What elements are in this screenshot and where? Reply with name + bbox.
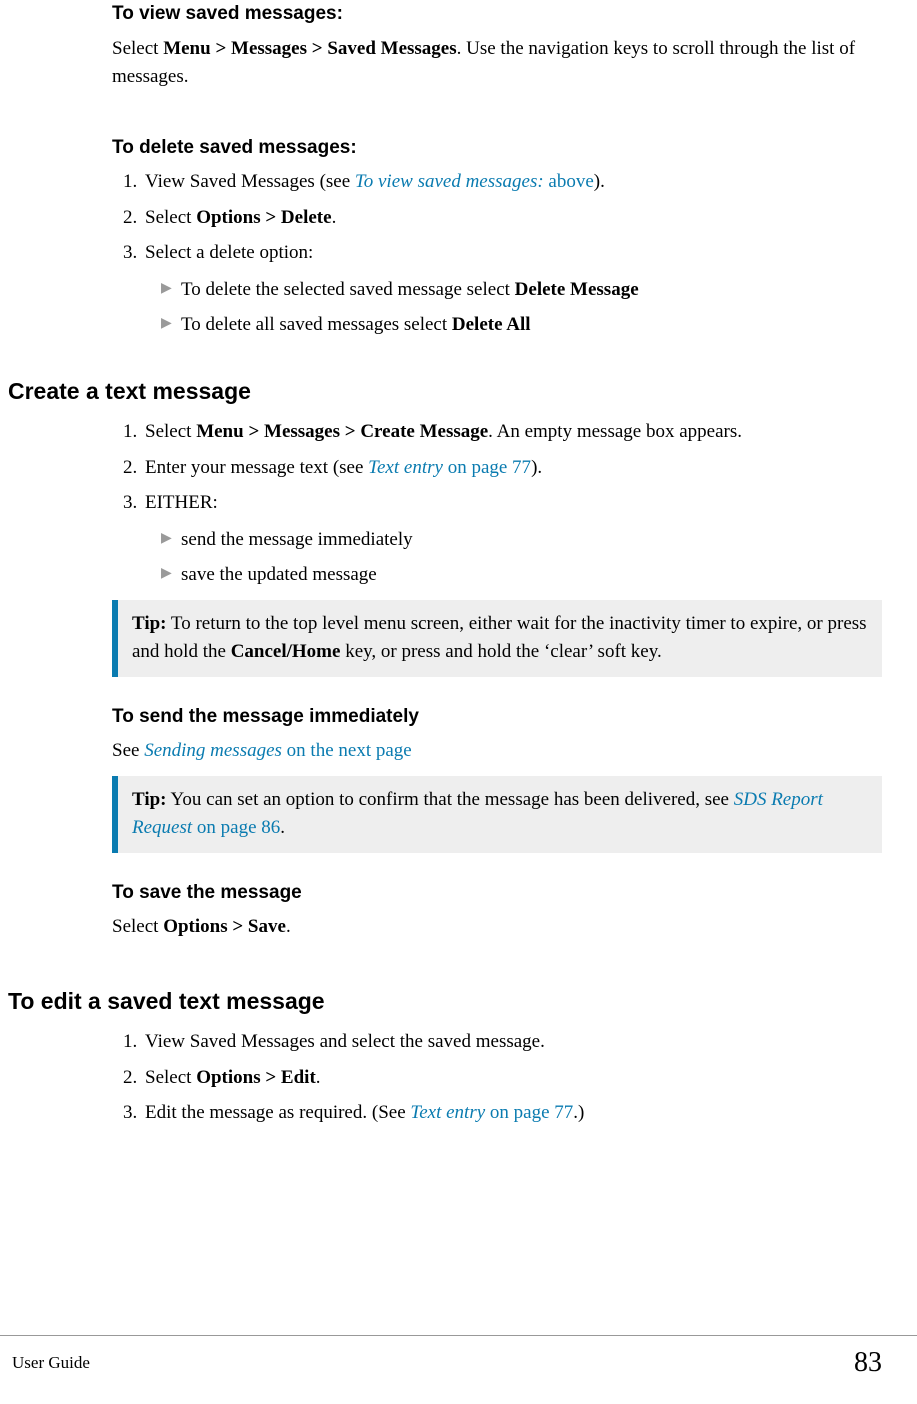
link-suffix[interactable]: on page 77: [443, 457, 531, 478]
text: View Saved Messages (see: [145, 171, 355, 192]
sublist: ▶ send the message immediately ▶ save th…: [161, 526, 882, 590]
page-footer: User Guide 83: [0, 1335, 917, 1384]
text: .: [280, 817, 285, 838]
option-bold: Delete Message: [515, 279, 639, 300]
heading-view-saved: To view saved messages:: [112, 0, 882, 29]
para-send-immediately: See Sending messages on the next page: [112, 737, 882, 766]
menu-path: Menu > Messages > Create Message: [196, 421, 488, 442]
text: Select: [145, 421, 196, 442]
list-item: ▶ send the message immediately: [161, 526, 882, 555]
triangle-bullet-icon: ▶: [161, 311, 181, 340]
heading-delete-saved: To delete saved messages:: [112, 134, 882, 163]
menu-path: Options > Save: [163, 916, 286, 937]
list-item: Select Options > Edit.: [142, 1064, 882, 1093]
list-item: Select Menu > Messages > Create Message.…: [142, 418, 882, 447]
triangle-bullet-icon: ▶: [161, 561, 181, 590]
list-item: ▶ save the updated message: [161, 561, 882, 590]
key-name: Cancel/Home: [231, 641, 341, 662]
sublist: ▶ To delete the selected saved message s…: [161, 276, 882, 340]
text: ).: [594, 171, 605, 192]
text: send the message immediately: [181, 526, 413, 555]
tip-label: Tip:: [132, 789, 167, 810]
footer-title: User Guide: [12, 1350, 90, 1376]
text: Select: [145, 1067, 196, 1088]
tip-callout: Tip: You can set an option to confirm th…: [112, 776, 882, 853]
option-bold: Delete All: [452, 314, 531, 335]
list-item: View Saved Messages (see To view saved m…: [142, 168, 882, 197]
text: Select: [145, 207, 196, 228]
text: key, or press and hold the ‘clear’ soft …: [340, 641, 661, 662]
page-number: 83: [854, 1342, 882, 1384]
text: .: [316, 1067, 321, 1088]
triangle-bullet-icon: ▶: [161, 276, 181, 305]
heading-edit-saved: To edit a saved text message: [8, 984, 882, 1019]
link-view-saved[interactable]: To view saved messages:: [355, 171, 544, 192]
text: View Saved Messages and select the saved…: [145, 1031, 545, 1052]
text: Select a delete option:: [145, 242, 313, 263]
text: save the updated message: [181, 561, 377, 590]
list-item: Select Options > Delete.: [142, 204, 882, 233]
list-item: Edit the message as required. (See Text …: [142, 1099, 882, 1128]
link-sending-messages[interactable]: Sending messages: [144, 740, 282, 761]
menu-path: Options > Edit: [196, 1067, 316, 1088]
steps-create: Select Menu > Messages > Create Message.…: [112, 418, 882, 590]
text: .): [573, 1102, 584, 1123]
list-item: ▶ To delete all saved messages select De…: [161, 311, 882, 340]
text: To delete the selected saved message sel…: [181, 276, 639, 305]
list-item: EITHER: ▶ send the message immediately ▶…: [142, 489, 882, 590]
menu-path: Options > Delete: [196, 207, 331, 228]
text: .: [286, 916, 291, 937]
menu-path: Menu > Messages > Saved Messages: [163, 38, 456, 59]
link-suffix[interactable]: above: [544, 171, 594, 192]
tip-callout: Tip: To return to the top level menu scr…: [112, 600, 882, 677]
text: You can set an option to confirm that th…: [167, 789, 734, 810]
heading-save-message: To save the message: [112, 879, 882, 908]
heading-send-immediately: To send the message immediately: [112, 703, 882, 732]
text: Select: [112, 916, 163, 937]
steps-delete-saved: View Saved Messages (see To view saved m…: [112, 168, 882, 340]
list-item: Enter your message text (see Text entry …: [142, 454, 882, 483]
heading-create-text-message: Create a text message: [8, 374, 882, 409]
text: To delete all saved messages select Dele…: [181, 311, 531, 340]
tip-label: Tip:: [132, 613, 167, 634]
text: ).: [531, 457, 542, 478]
para-save-message: Select Options > Save.: [112, 913, 882, 942]
link-suffix[interactable]: on the next page: [282, 740, 412, 761]
page-content: To view saved messages: Select Menu > Me…: [0, 0, 882, 1128]
text: EITHER:: [145, 492, 218, 513]
list-item: Select a delete option: ▶ To delete the …: [142, 239, 882, 340]
para-view-saved: Select Menu > Messages > Saved Messages.…: [112, 35, 882, 92]
text: .: [332, 207, 337, 228]
list-item: View Saved Messages and select the saved…: [142, 1028, 882, 1057]
text: Enter your message text (see: [145, 457, 368, 478]
list-item: ▶ To delete the selected saved message s…: [161, 276, 882, 305]
text: . An empty message box appears.: [488, 421, 742, 442]
text: See: [112, 740, 144, 761]
text: Select: [112, 38, 163, 59]
link-text-entry[interactable]: Text entry: [410, 1102, 485, 1123]
link-text-entry[interactable]: Text entry: [368, 457, 443, 478]
steps-edit-saved: View Saved Messages and select the saved…: [112, 1028, 882, 1128]
link-suffix[interactable]: on page 86: [192, 817, 280, 838]
text: Edit the message as required. (See: [145, 1102, 410, 1123]
triangle-bullet-icon: ▶: [161, 526, 181, 555]
link-suffix[interactable]: on page 77: [485, 1102, 573, 1123]
